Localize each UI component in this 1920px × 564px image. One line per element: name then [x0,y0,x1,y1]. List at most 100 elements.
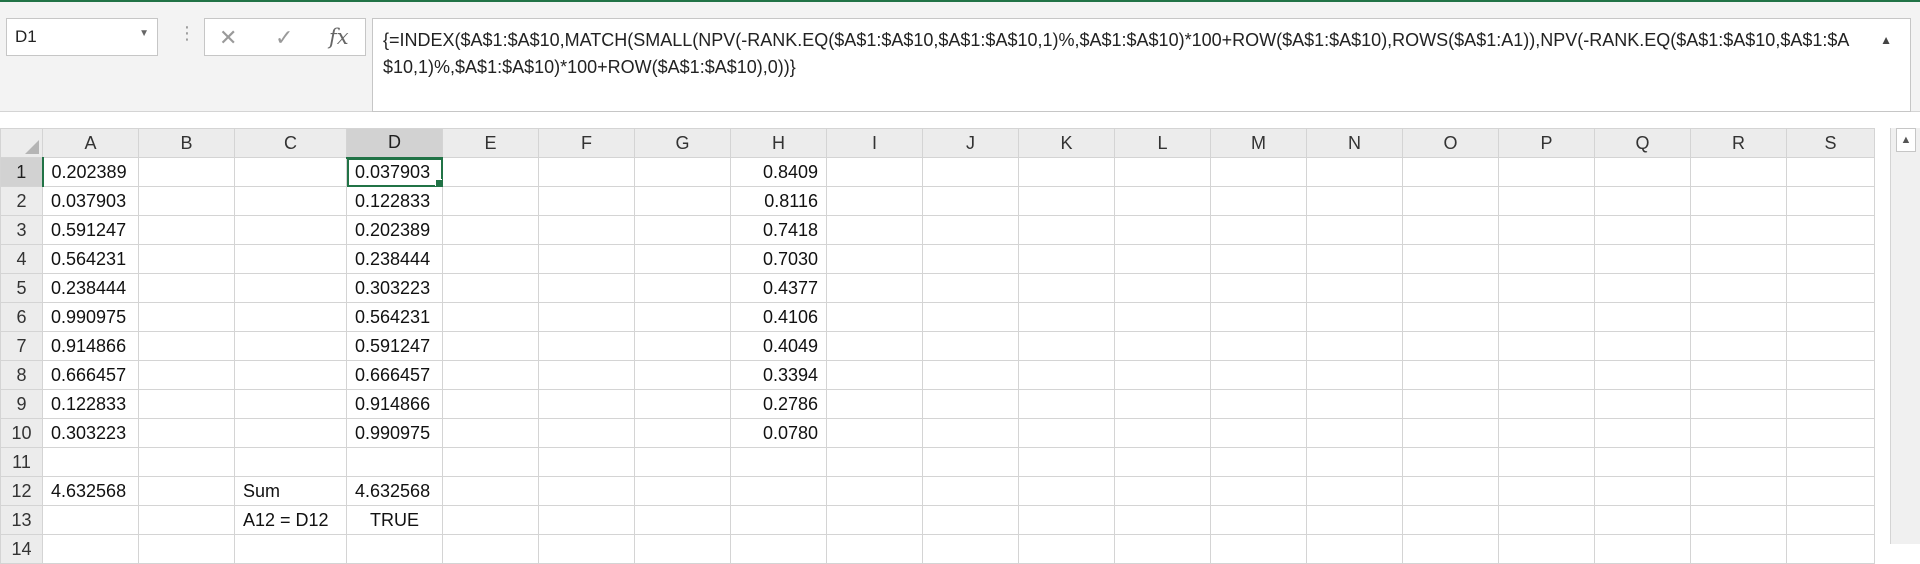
cell-k12[interactable] [1018,476,1115,506]
cell-s13[interactable] [1786,505,1875,535]
cell-m2[interactable] [1210,186,1307,216]
cell-p6[interactable] [1498,302,1595,332]
cell-f14[interactable] [538,534,635,564]
cell-l2[interactable] [1114,186,1211,216]
cell-q7[interactable] [1594,331,1691,361]
vertical-scrollbar[interactable]: ▲ [1890,128,1920,544]
cell-r3[interactable] [1690,215,1787,245]
cell-r11[interactable] [1690,447,1787,477]
cell-m14[interactable] [1210,534,1307,564]
row-header-13[interactable]: 13 [0,505,43,535]
column-header-n[interactable]: N [1306,128,1403,158]
cell-l13[interactable] [1114,505,1211,535]
cell-c3[interactable] [234,215,347,245]
column-header-l[interactable]: L [1114,128,1211,158]
cell-l8[interactable] [1114,360,1211,390]
cell-m8[interactable] [1210,360,1307,390]
cell-n11[interactable] [1306,447,1403,477]
cell-n5[interactable] [1306,273,1403,303]
column-header-r[interactable]: R [1690,128,1787,158]
cell-g6[interactable] [634,302,731,332]
cell-f4[interactable] [538,244,635,274]
column-header-e[interactable]: E [442,128,539,158]
cell-n8[interactable] [1306,360,1403,390]
cell-q2[interactable] [1594,186,1691,216]
cell-a9[interactable]: 0.122833 [42,389,139,419]
cell-c2[interactable] [234,186,347,216]
cell-c10[interactable] [234,418,347,448]
cell-j7[interactable] [922,331,1019,361]
column-header-b[interactable]: B [138,128,235,158]
cell-d10[interactable]: 0.990975 [346,418,443,448]
cell-p12[interactable] [1498,476,1595,506]
cell-j6[interactable] [922,302,1019,332]
cell-a6[interactable]: 0.990975 [42,302,139,332]
cell-m5[interactable] [1210,273,1307,303]
cell-b4[interactable] [138,244,235,274]
cell-i8[interactable] [826,360,923,390]
cell-s6[interactable] [1786,302,1875,332]
cell-g2[interactable] [634,186,731,216]
cell-k8[interactable] [1018,360,1115,390]
cell-d12[interactable]: 4.632568 [346,476,443,506]
cell-l11[interactable] [1114,447,1211,477]
formula-input[interactable]: {=INDEX($A$1:$A$10,MATCH(SMALL(NPV(-RANK… [372,18,1911,112]
cell-o1[interactable] [1402,157,1499,187]
checkmark-icon[interactable]: ✓ [275,25,293,51]
column-header-j[interactable]: J [922,128,1019,158]
cell-e10[interactable] [442,418,539,448]
cell-c13[interactable]: A12 = D12 [234,505,347,535]
cell-m11[interactable] [1210,447,1307,477]
cell-p1[interactable] [1498,157,1595,187]
cell-k14[interactable] [1018,534,1115,564]
cell-a11[interactable] [42,447,139,477]
cell-g12[interactable] [634,476,731,506]
column-header-d[interactable]: D [346,128,443,159]
cell-s2[interactable] [1786,186,1875,216]
cell-b11[interactable] [138,447,235,477]
cell-i2[interactable] [826,186,923,216]
cell-a2[interactable]: 0.037903 [42,186,139,216]
cell-l14[interactable] [1114,534,1211,564]
cell-j12[interactable] [922,476,1019,506]
cell-m13[interactable] [1210,505,1307,535]
cell-r7[interactable] [1690,331,1787,361]
row-header-9[interactable]: 9 [0,389,43,419]
cell-b10[interactable] [138,418,235,448]
cell-q9[interactable] [1594,389,1691,419]
cell-i4[interactable] [826,244,923,274]
column-header-p[interactable]: P [1498,128,1595,158]
row-header-6[interactable]: 6 [0,302,43,332]
cell-l3[interactable] [1114,215,1211,245]
cell-g14[interactable] [634,534,731,564]
cell-s9[interactable] [1786,389,1875,419]
row-header-7[interactable]: 7 [0,331,43,361]
column-header-h[interactable]: H [730,128,827,158]
cell-g7[interactable] [634,331,731,361]
cell-n3[interactable] [1306,215,1403,245]
vertical-dots-icon[interactable]: ⋮ [178,24,196,42]
cell-b3[interactable] [138,215,235,245]
cell-g5[interactable] [634,273,731,303]
cell-i9[interactable] [826,389,923,419]
cell-p14[interactable] [1498,534,1595,564]
cell-s1[interactable] [1786,157,1875,187]
cell-h5[interactable]: 0.4377 [730,273,827,303]
cell-d3[interactable]: 0.202389 [346,215,443,245]
column-header-i[interactable]: I [826,128,923,158]
cell-p9[interactable] [1498,389,1595,419]
cell-o2[interactable] [1402,186,1499,216]
cell-s7[interactable] [1786,331,1875,361]
cell-m3[interactable] [1210,215,1307,245]
cell-g9[interactable] [634,389,731,419]
name-box[interactable]: D1 ▼ [6,18,158,56]
cell-p8[interactable] [1498,360,1595,390]
column-header-q[interactable]: Q [1594,128,1691,158]
cell-p2[interactable] [1498,186,1595,216]
cell-k2[interactable] [1018,186,1115,216]
cell-o6[interactable] [1402,302,1499,332]
cell-r1[interactable] [1690,157,1787,187]
cell-f7[interactable] [538,331,635,361]
column-header-m[interactable]: M [1210,128,1307,158]
row-header-5[interactable]: 5 [0,273,43,303]
